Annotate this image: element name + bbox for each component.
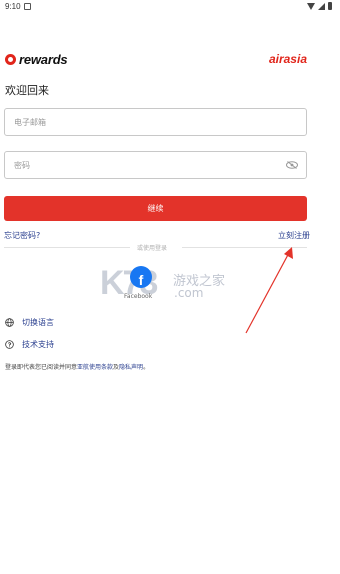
register-link[interactable]: 立刻注册 — [278, 230, 310, 241]
page-title: 欢迎回来 — [5, 84, 49, 97]
wifi-icon — [307, 2, 315, 10]
facebook-label: Facebook — [124, 293, 153, 300]
annotation-arrow — [245, 247, 293, 334]
password-field[interactable]: 密码 — [4, 151, 307, 179]
support-label: 技术支持 — [22, 340, 54, 349]
facebook-icon: f — [130, 266, 152, 288]
status-time: 9:10 — [5, 2, 21, 11]
eye-off-icon[interactable] — [286, 161, 298, 169]
rewards-logo-text: rewards — [19, 51, 68, 67]
rewards-logo: rewards — [5, 51, 68, 67]
signal-icon — [318, 2, 325, 10]
airasia-logo: airasia — [268, 52, 307, 66]
language-switch[interactable]: 切换语言 — [5, 317, 54, 328]
continue-button[interactable]: 继续 — [4, 196, 307, 221]
language-label: 切换语言 — [22, 318, 54, 327]
globe-icon — [5, 318, 14, 327]
status-icons — [307, 2, 332, 10]
forgot-password-link[interactable]: 忘记密码? — [4, 230, 40, 241]
privacy-link[interactable]: 隐私声明 — [119, 364, 143, 371]
battery-icon — [328, 2, 332, 10]
divider-left — [4, 247, 130, 248]
facebook-login-button[interactable]: f Facebook — [124, 266, 158, 302]
terms-suffix: 。 — [143, 364, 150, 371]
watermark: K73 游戏之家 .com — [100, 264, 240, 308]
status-bar: 9:10 — [0, 0, 340, 14]
terms-prefix: 登录即代表您已阅读并同意 — [5, 364, 78, 371]
terms-text: 登录即代表您已阅读并同意亚航使用条款及隐私声明。 — [5, 362, 149, 371]
email-placeholder: 电子邮箱 — [14, 118, 46, 127]
divider-text: 或使用登录 — [137, 245, 168, 252]
watermark-cn: 游戏之家 — [173, 274, 226, 289]
terms-of-use-link[interactable]: 亚航使用条款 — [77, 364, 113, 371]
support-link[interactable]: 技术支持 — [5, 339, 54, 350]
watermark-domain: .com — [174, 286, 204, 300]
email-field[interactable]: 电子邮箱 — [4, 108, 307, 136]
password-placeholder: 密码 — [14, 161, 30, 170]
notification-icon — [24, 3, 31, 10]
support-icon — [5, 340, 14, 349]
rewards-logo-icon — [5, 53, 16, 65]
